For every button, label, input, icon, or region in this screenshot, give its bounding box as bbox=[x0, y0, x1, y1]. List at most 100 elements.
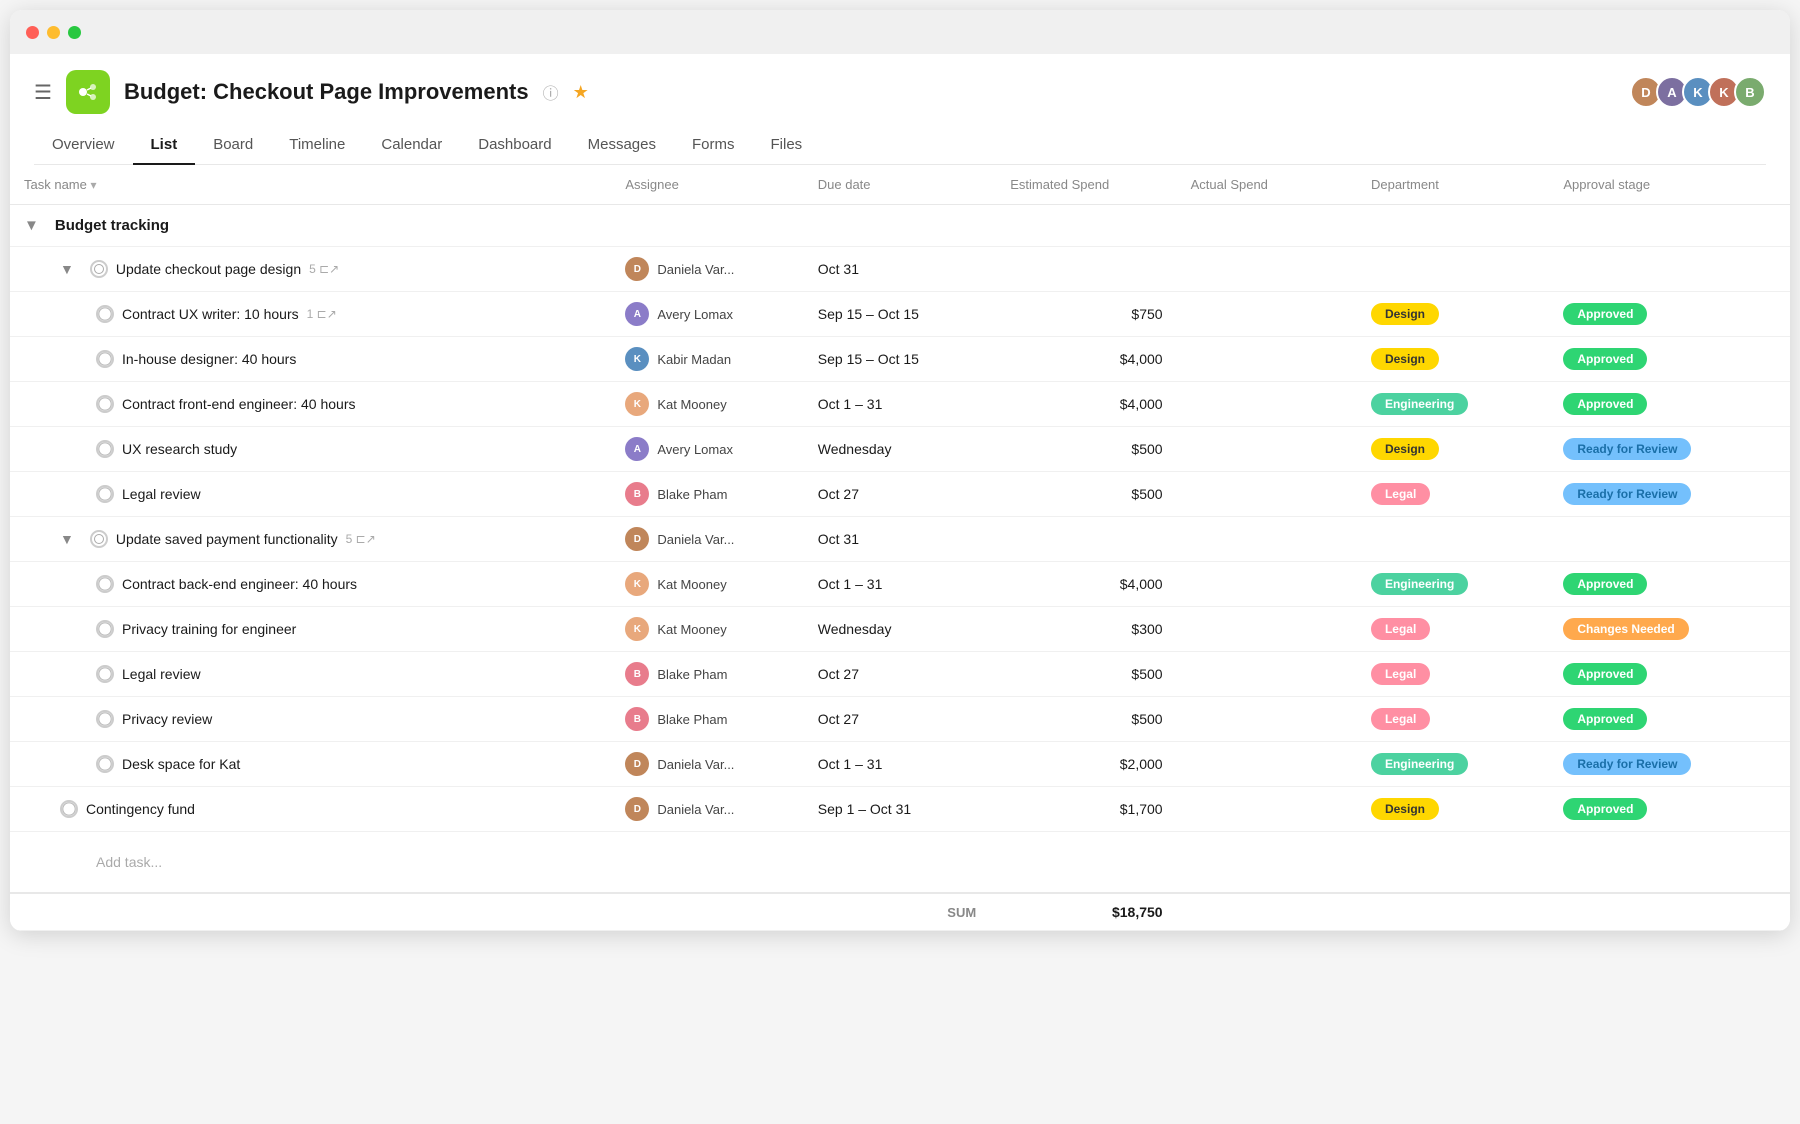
app-window: ☰ Budget: Checkout Page Improvements ⓘ ★… bbox=[10, 10, 1790, 931]
avatar: D bbox=[625, 797, 649, 821]
avatar: K bbox=[625, 392, 649, 416]
table-row: Desk space for Kat D Daniela Var... Oct … bbox=[10, 742, 1790, 787]
assignee-cell: K Kat Mooney bbox=[625, 392, 789, 416]
task-name: Contingency fund bbox=[86, 801, 195, 817]
dept-badge: Engineering bbox=[1371, 573, 1468, 595]
add-task-row[interactable]: Add task... bbox=[10, 832, 1790, 894]
dept-badge: Design bbox=[1371, 303, 1439, 325]
task-col-dropdown[interactable]: ▾ bbox=[91, 178, 97, 192]
col-task: Task name ▾ bbox=[10, 165, 611, 205]
approval-badge: Ready for Review bbox=[1563, 438, 1691, 460]
dept-badge: Design bbox=[1371, 438, 1439, 460]
main-table: Task name ▾ Assignee Due date Estimated … bbox=[10, 165, 1790, 931]
group-row: ▼ Update saved payment functionality 5 ⊏… bbox=[10, 517, 1790, 562]
dept-badge: Design bbox=[1371, 348, 1439, 370]
tab-dashboard[interactable]: Dashboard bbox=[460, 126, 569, 165]
task-check[interactable] bbox=[96, 665, 114, 683]
subtask-count: 5 ⊏↗ bbox=[309, 262, 339, 276]
dept-badge: Legal bbox=[1371, 483, 1430, 505]
team-avatars: D A K K B bbox=[1630, 76, 1766, 108]
section-toggle[interactable]: ▼ bbox=[24, 217, 39, 234]
table-row: Privacy review B Blake Pham Oct 27 $500 … bbox=[10, 697, 1790, 742]
star-icon[interactable]: ★ bbox=[573, 82, 589, 103]
avatar: K bbox=[625, 572, 649, 596]
task-check[interactable] bbox=[96, 350, 114, 368]
avatar: D bbox=[625, 527, 649, 551]
task-check[interactable] bbox=[60, 800, 78, 818]
table-row: UX research study A Avery Lomax Wednesda… bbox=[10, 427, 1790, 472]
tab-messages[interactable]: Messages bbox=[570, 126, 674, 165]
assignee-cell: K Kat Mooney bbox=[625, 572, 789, 596]
subtask-count: 1 ⊏↗ bbox=[307, 307, 337, 321]
task-check[interactable] bbox=[96, 755, 114, 773]
approval-badge: Approved bbox=[1563, 663, 1647, 685]
tab-files[interactable]: Files bbox=[753, 126, 821, 165]
task-check[interactable] bbox=[96, 710, 114, 728]
task-check[interactable] bbox=[90, 530, 108, 548]
avatar: A bbox=[625, 302, 649, 326]
group-toggle[interactable]: ▼ bbox=[60, 261, 74, 277]
task-check[interactable] bbox=[96, 575, 114, 593]
assignee-cell: D Daniela Var... bbox=[625, 527, 789, 551]
section-label: Budget tracking bbox=[55, 217, 169, 234]
approval-badge: Approved bbox=[1563, 573, 1647, 595]
table-row: Contract front-end engineer: 40 hours K … bbox=[10, 382, 1790, 427]
tab-forms[interactable]: Forms bbox=[674, 126, 753, 165]
task-check[interactable] bbox=[96, 440, 114, 458]
table-row: Legal review B Blake Pham Oct 27 $500 Le… bbox=[10, 652, 1790, 697]
group-toggle[interactable]: ▼ bbox=[60, 531, 74, 547]
sum-label: SUM bbox=[947, 905, 976, 920]
task-name: Privacy review bbox=[122, 711, 212, 727]
avatar: K bbox=[625, 347, 649, 371]
table-header-row: Task name ▾ Assignee Due date Estimated … bbox=[10, 165, 1790, 205]
assignee-cell: B Blake Pham bbox=[625, 662, 789, 686]
approval-badge: Approved bbox=[1563, 348, 1647, 370]
close-button[interactable] bbox=[26, 26, 39, 39]
task-name: UX research study bbox=[122, 441, 237, 457]
task-check[interactable] bbox=[90, 260, 108, 278]
section-budget-tracking: ▼ Budget tracking bbox=[10, 205, 1790, 247]
tab-overview[interactable]: Overview bbox=[34, 126, 133, 165]
assignee-cell: D Daniela Var... bbox=[625, 752, 789, 776]
assignee-cell: B Blake Pham bbox=[625, 707, 789, 731]
approval-badge: Approved bbox=[1563, 303, 1647, 325]
col-approval: Approval stage bbox=[1549, 165, 1790, 205]
avatar: A bbox=[625, 437, 649, 461]
avatar: D bbox=[625, 257, 649, 281]
tab-list[interactable]: List bbox=[133, 126, 196, 165]
dept-badge: Legal bbox=[1371, 663, 1430, 685]
tab-board[interactable]: Board bbox=[195, 126, 271, 165]
minimize-button[interactable] bbox=[47, 26, 60, 39]
tab-calendar[interactable]: Calendar bbox=[363, 126, 460, 165]
col-due: Due date bbox=[804, 165, 996, 205]
add-task-button[interactable]: Add task... bbox=[24, 842, 1776, 882]
assignee-cell: K Kabir Madan bbox=[625, 347, 789, 371]
hamburger-menu[interactable]: ☰ bbox=[34, 80, 52, 105]
sum-row: SUM $18,750 bbox=[10, 893, 1790, 931]
titlebar bbox=[10, 10, 1790, 54]
avatar: B bbox=[625, 482, 649, 506]
assignee-cell: A Avery Lomax bbox=[625, 302, 789, 326]
task-check[interactable] bbox=[96, 395, 114, 413]
task-check[interactable] bbox=[96, 620, 114, 638]
page-title: Budget: Checkout Page Improvements bbox=[124, 79, 529, 105]
approval-badge: Ready for Review bbox=[1563, 753, 1691, 775]
tab-timeline[interactable]: Timeline bbox=[271, 126, 363, 165]
table-row: Legal review B Blake Pham Oct 27 $500 Le… bbox=[10, 472, 1790, 517]
col-department: Department bbox=[1357, 165, 1549, 205]
avatar: B bbox=[625, 707, 649, 731]
task-check[interactable] bbox=[96, 485, 114, 503]
avatar: B bbox=[625, 662, 649, 686]
dept-badge: Legal bbox=[1371, 618, 1430, 640]
table-row: Contract UX writer: 10 hours 1 ⊏↗ A Aver… bbox=[10, 292, 1790, 337]
dept-badge: Legal bbox=[1371, 708, 1430, 730]
app-header: ☰ Budget: Checkout Page Improvements ⓘ ★… bbox=[10, 54, 1790, 165]
assignee-cell: A Avery Lomax bbox=[625, 437, 789, 461]
approval-badge: Approved bbox=[1563, 798, 1647, 820]
col-estimated: Estimated Spend bbox=[996, 165, 1176, 205]
info-icon[interactable]: ⓘ bbox=[543, 80, 559, 104]
maximize-button[interactable] bbox=[68, 26, 81, 39]
assignee-cell: D Daniela Var... bbox=[625, 257, 789, 281]
task-name: Contract front-end engineer: 40 hours bbox=[122, 396, 355, 412]
task-check[interactable] bbox=[96, 305, 114, 323]
